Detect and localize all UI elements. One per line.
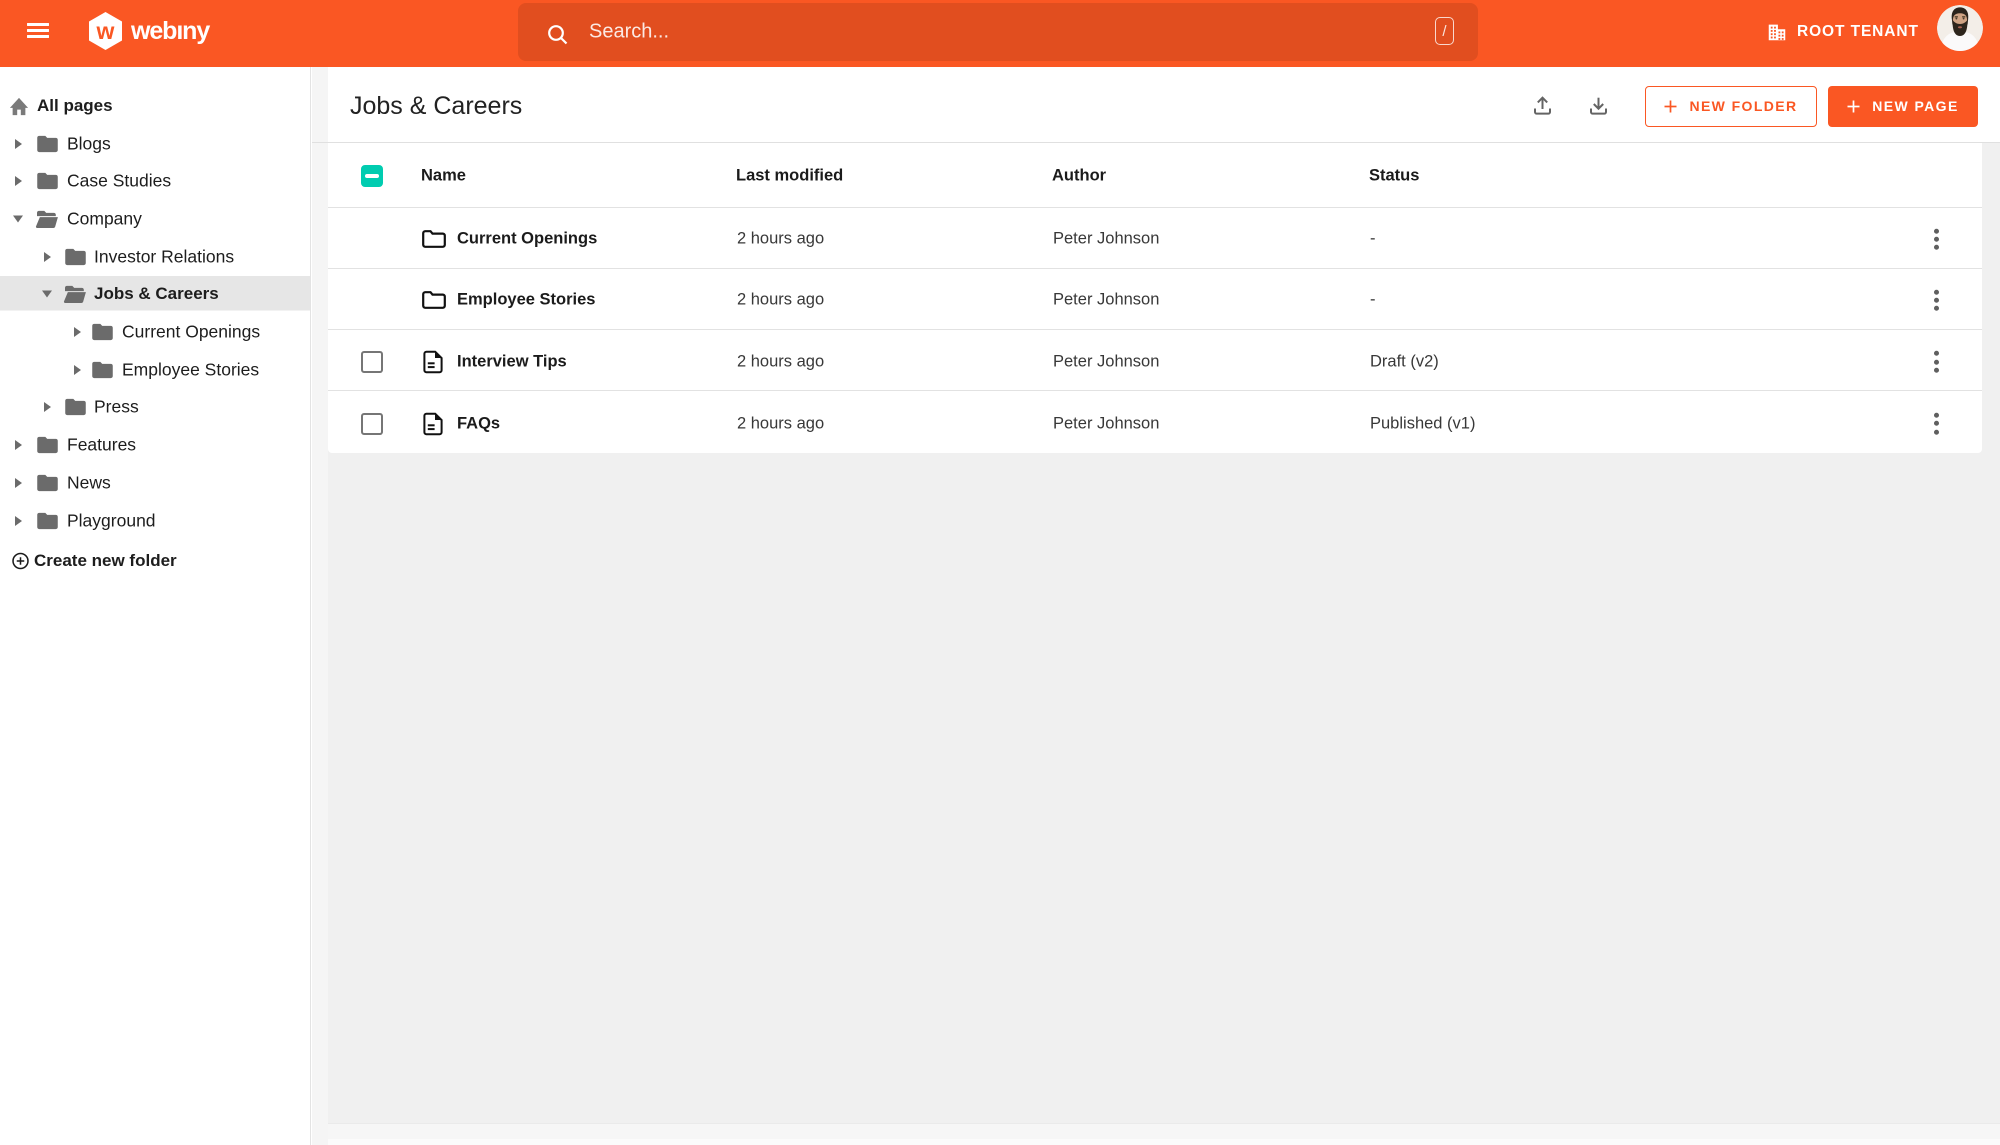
svg-text:w: w xyxy=(96,18,115,44)
